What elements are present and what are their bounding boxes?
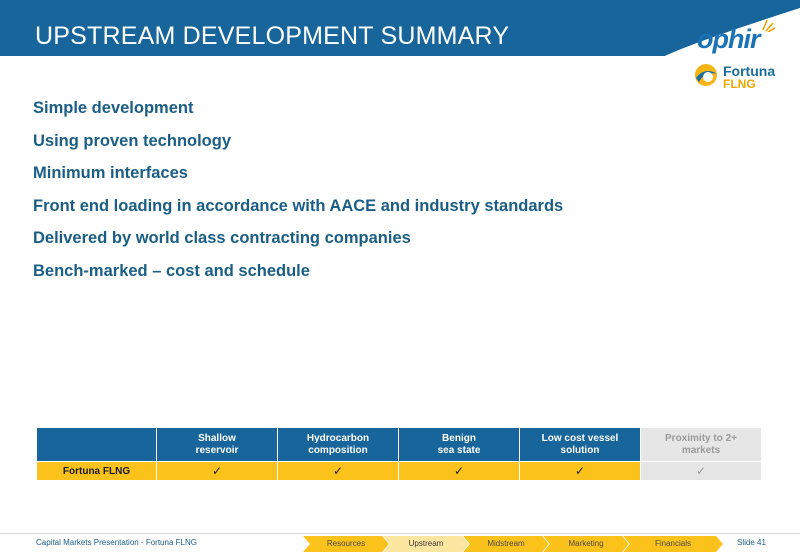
nav-label: Marketing bbox=[568, 539, 604, 548]
title-bar: UPSTREAM DEVELOPMENT SUMMARY bbox=[0, 0, 800, 86]
checkmark-icon: ✓ bbox=[519, 461, 641, 481]
column-header: Hydrocarbon composition bbox=[277, 427, 399, 462]
nav-chevron-financials[interactable]: Financials bbox=[623, 536, 723, 552]
nav-label: Resources bbox=[326, 539, 366, 548]
fortuna-name: Fortuna bbox=[723, 63, 776, 79]
column-header-dimmed: Proximity to 2+ markets bbox=[640, 427, 762, 462]
column-header: Shallow reservoir bbox=[156, 427, 278, 462]
page-title: UPSTREAM DEVELOPMENT SUMMARY bbox=[35, 22, 510, 50]
key-point: Simple development bbox=[33, 99, 194, 117]
key-point: Bench-marked – cost and schedule bbox=[33, 261, 310, 280]
ophir-logo: ophir bbox=[697, 19, 777, 54]
ophir-wordmark: ophir bbox=[697, 24, 760, 54]
checkmark-icon: ✓ bbox=[277, 461, 399, 481]
footer-caption: Capital Markets Presentation - Fortuna F… bbox=[36, 538, 197, 547]
advantages-table: Shallow reservoir Hydrocarbon composition … bbox=[36, 427, 762, 481]
nav-label: Upstream bbox=[408, 539, 444, 548]
fortuna-mark-icon bbox=[695, 64, 717, 86]
column-header: Low cost vessel solution bbox=[519, 427, 641, 462]
nav-chevron-marketing[interactable]: Marketing bbox=[543, 536, 629, 552]
nav-chevron-midstream[interactable]: Midstream bbox=[463, 536, 549, 552]
key-points-list: Simple development Using proven technolo… bbox=[33, 98, 563, 294]
table-header-row: Shallow reservoir Hydrocarbon composition … bbox=[36, 427, 762, 462]
checkmark-icon: ✓ bbox=[398, 461, 520, 481]
nav-chevron-upstream[interactable]: Upstream bbox=[383, 536, 469, 552]
column-header: Benign sea state bbox=[398, 427, 520, 462]
key-point: Minimum interfaces bbox=[33, 164, 188, 183]
table-row: Fortuna FLNG ✓ ✓ ✓ ✓ ✓ bbox=[36, 461, 762, 481]
key-point: Front end loading in accordance with AAC… bbox=[33, 196, 564, 215]
footer-bar: Capital Markets Presentation - Fortuna F… bbox=[0, 533, 800, 555]
checkmark-icon: ✓ bbox=[156, 461, 278, 481]
fortuna-flng-logo: Fortuna FLNG bbox=[693, 60, 793, 96]
nav-label: Financials bbox=[654, 539, 691, 548]
checkmark-icon-dimmed: ✓ bbox=[640, 461, 762, 481]
sun-rays-icon bbox=[762, 19, 775, 32]
key-point: Using proven technology bbox=[33, 131, 232, 150]
row-label: Fortuna FLNG bbox=[36, 461, 157, 481]
nav-chevron-resources[interactable]: Resources bbox=[303, 536, 389, 552]
flng-label: FLNG bbox=[723, 77, 756, 91]
nav-label: Midstream bbox=[487, 539, 525, 548]
key-point: Delivered by world class contracting com… bbox=[33, 229, 411, 248]
table-corner-cell bbox=[36, 427, 157, 462]
slide-number: Slide 41 bbox=[737, 538, 766, 547]
